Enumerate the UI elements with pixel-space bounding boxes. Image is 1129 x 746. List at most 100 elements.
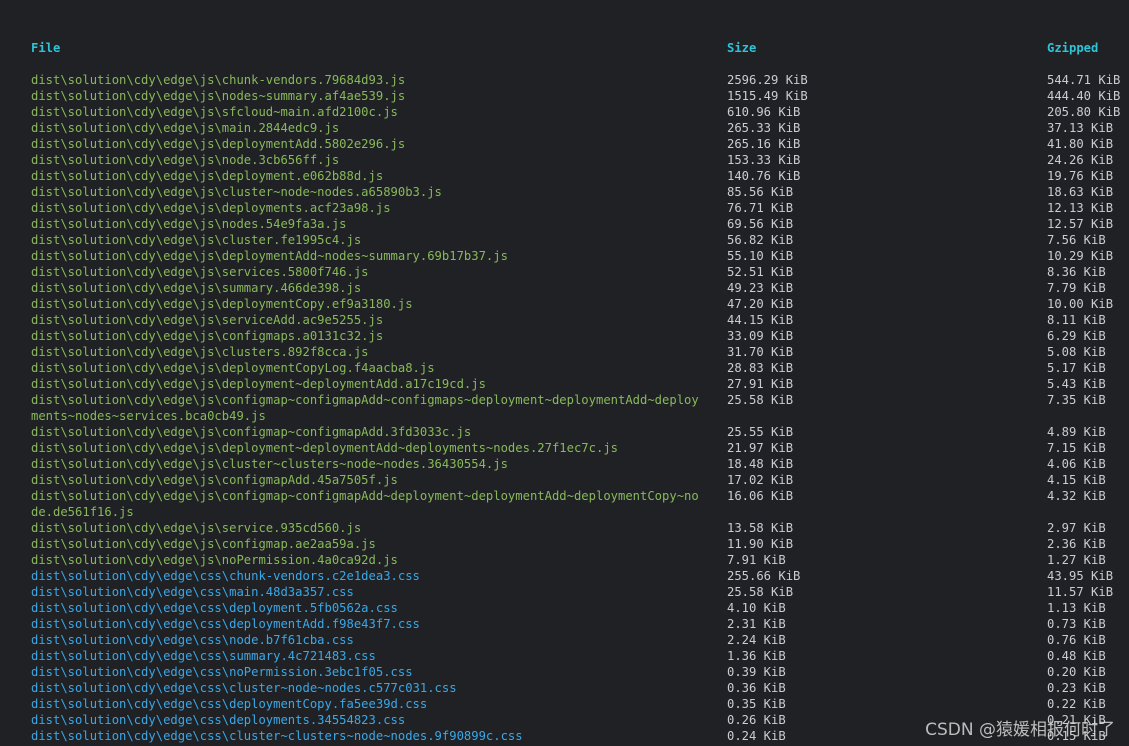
- gzipped-size: 18.63 KiB: [1047, 185, 1114, 199]
- gzipped-size: 5.43 KiB: [1047, 377, 1106, 391]
- file-size: 0.24 KiB: [727, 729, 786, 743]
- column-header-size: Size: [727, 41, 757, 55]
- file-size: 255.66 KiB: [727, 569, 801, 583]
- table-row: dist\solution\cdy\edge\js\node.3cb656ff.…: [0, 152, 1129, 168]
- table-row: dist\solution\cdy\edge\js\configmap.ae2a…: [0, 536, 1129, 552]
- js-file-path: dist\solution\cdy\edge\js\deployment~dep…: [31, 377, 486, 391]
- file-size: 52.51 KiB: [727, 265, 794, 279]
- file-size: 76.71 KiB: [727, 201, 794, 215]
- js-file-path: dist\solution\cdy\edge\js\service.935cd5…: [31, 521, 362, 535]
- table-row: dist\solution\cdy\edge\js\cluster~node~n…: [0, 184, 1129, 200]
- column-header-gzipped: Gzipped: [1047, 41, 1099, 55]
- gzipped-size: 41.80 KiB: [1047, 137, 1114, 151]
- table-row: dist\solution\cdy\edge\js\nodes.54e9fa3a…: [0, 216, 1129, 232]
- css-file-path: dist\solution\cdy\edge\css\deploymentCop…: [31, 697, 428, 711]
- csdn-watermark: CSDN @猿媛相报何时了: [925, 720, 1115, 740]
- file-size: 13.58 KiB: [727, 521, 794, 535]
- gzipped-size: 0.22 KiB: [1047, 697, 1106, 711]
- table-row: dist\solution\cdy\edge\js\deployment~dep…: [0, 376, 1129, 392]
- js-file-path: dist\solution\cdy\edge\js\deploymentCopy…: [31, 361, 435, 375]
- file-size: 1.36 KiB: [727, 649, 786, 663]
- gzipped-size: 544.71 KiB: [1047, 73, 1121, 87]
- file-size: 31.70 KiB: [727, 345, 794, 359]
- css-file-path: dist\solution\cdy\edge\css\main.48d3a357…: [31, 585, 354, 599]
- table-row: dist\solution\cdy\edge\css\deployment.5f…: [0, 600, 1129, 616]
- gzipped-size: 7.15 KiB: [1047, 441, 1106, 455]
- js-file-path: dist\solution\cdy\edge\js\configmap~conf…: [31, 393, 699, 423]
- file-size: 153.33 KiB: [727, 153, 801, 167]
- file-size: 33.09 KiB: [727, 329, 794, 343]
- table-row: dist\solution\cdy\edge\js\cluster~cluste…: [0, 456, 1129, 472]
- js-file-path: dist\solution\cdy\edge\js\deployments.ac…: [31, 201, 391, 215]
- js-file-path: dist\solution\cdy\edge\js\cluster~node~n…: [31, 185, 442, 199]
- js-file-path: dist\solution\cdy\edge\js\configmap~conf…: [31, 489, 699, 519]
- js-file-path: dist\solution\cdy\edge\js\deploymentAdd.…: [31, 137, 406, 151]
- table-row: dist\solution\cdy\edge\js\nodes~summary.…: [0, 88, 1129, 104]
- table-row: dist\solution\cdy\edge\css\cluster~node~…: [0, 680, 1129, 696]
- file-size: 25.58 KiB: [727, 585, 794, 599]
- table-row: dist\solution\cdy\edge\js\noPermission.4…: [0, 552, 1129, 568]
- table-row: dist\solution\cdy\edge\js\service.935cd5…: [0, 520, 1129, 536]
- table-row: dist\solution\cdy\edge\css\main.48d3a357…: [0, 584, 1129, 600]
- file-size: 25.55 KiB: [727, 425, 794, 439]
- css-file-path: dist\solution\cdy\edge\css\node.b7f61cba…: [31, 633, 354, 647]
- gzipped-size: 10.00 KiB: [1047, 297, 1114, 311]
- column-header-file: File: [31, 41, 61, 55]
- table-row: dist\solution\cdy\edge\js\deployment.e06…: [0, 168, 1129, 184]
- file-size: 11.90 KiB: [727, 537, 794, 551]
- file-size: 0.35 KiB: [727, 697, 786, 711]
- gzipped-size: 12.57 KiB: [1047, 217, 1114, 231]
- file-size: 0.36 KiB: [727, 681, 786, 695]
- table-header: File Size Gzipped: [0, 40, 1129, 56]
- file-size: 55.10 KiB: [727, 249, 794, 263]
- file-size: 610.96 KiB: [727, 105, 801, 119]
- table-row: dist\solution\cdy\edge\js\chunk-vendors.…: [0, 72, 1129, 88]
- file-size: 21.97 KiB: [727, 441, 794, 455]
- gzipped-size: 205.80 KiB: [1047, 105, 1121, 119]
- table-row: dist\solution\cdy\edge\css\deploymentAdd…: [0, 616, 1129, 632]
- js-file-path: dist\solution\cdy\edge\js\services.5800f…: [31, 265, 369, 279]
- js-file-path: dist\solution\cdy\edge\js\configmap.ae2a…: [31, 537, 376, 551]
- table-row: dist\solution\cdy\edge\js\summary.466de3…: [0, 280, 1129, 296]
- file-size: 0.26 KiB: [727, 713, 786, 727]
- file-size: 28.83 KiB: [727, 361, 794, 375]
- css-file-path: dist\solution\cdy\edge\css\cluster~node~…: [31, 681, 457, 695]
- gzipped-size: 4.89 KiB: [1047, 425, 1106, 439]
- js-file-path: dist\solution\cdy\edge\js\cluster~cluste…: [31, 457, 508, 471]
- file-size: 47.20 KiB: [727, 297, 794, 311]
- table-row: dist\solution\cdy\edge\js\deploymentAdd.…: [0, 136, 1129, 152]
- js-file-path: dist\solution\cdy\edge\js\noPermission.4…: [31, 553, 398, 567]
- table-row: dist\solution\cdy\edge\js\main.2844edc9.…: [0, 120, 1129, 136]
- file-size: 140.76 KiB: [727, 169, 801, 183]
- table-row: dist\solution\cdy\edge\css\noPermission.…: [0, 664, 1129, 680]
- js-file-path: dist\solution\cdy\edge\js\configmap~conf…: [31, 425, 472, 439]
- table-row: dist\solution\cdy\edge\js\configmapAdd.4…: [0, 472, 1129, 488]
- js-file-path: dist\solution\cdy\edge\js\deployment.e06…: [31, 169, 384, 183]
- gzipped-size: 5.08 KiB: [1047, 345, 1106, 359]
- js-file-path: dist\solution\cdy\edge\js\cluster.fe1995…: [31, 233, 362, 247]
- js-file-path: dist\solution\cdy\edge\js\nodes~summary.…: [31, 89, 406, 103]
- file-size: 265.16 KiB: [727, 137, 801, 151]
- file-size: 7.91 KiB: [727, 553, 786, 567]
- gzipped-size: 7.79 KiB: [1047, 281, 1106, 295]
- table-row: dist\solution\cdy\edge\js\clusters.892f8…: [0, 344, 1129, 360]
- file-size: 1515.49 KiB: [727, 89, 808, 103]
- file-size: 56.82 KiB: [727, 233, 794, 247]
- build-output-list: dist\solution\cdy\edge\js\chunk-vendors.…: [0, 72, 1129, 744]
- gzipped-size: 12.13 KiB: [1047, 201, 1114, 215]
- gzipped-size: 0.76 KiB: [1047, 633, 1106, 647]
- js-file-path: dist\solution\cdy\edge\js\configmaps.a01…: [31, 329, 384, 343]
- js-file-path: dist\solution\cdy\edge\js\deployment~dep…: [31, 441, 618, 455]
- gzipped-size: 8.11 KiB: [1047, 313, 1106, 327]
- js-file-path: dist\solution\cdy\edge\js\clusters.892f8…: [31, 345, 369, 359]
- js-file-path: dist\solution\cdy\edge\js\configmapAdd.4…: [31, 473, 398, 487]
- js-file-path: dist\solution\cdy\edge\js\node.3cb656ff.…: [31, 153, 340, 167]
- file-size: 17.02 KiB: [727, 473, 794, 487]
- gzipped-size: 0.73 KiB: [1047, 617, 1106, 631]
- table-row: dist\solution\cdy\edge\js\deploymentCopy…: [0, 296, 1129, 312]
- gzipped-size: 1.27 KiB: [1047, 553, 1106, 567]
- gzipped-size: 24.26 KiB: [1047, 153, 1114, 167]
- table-row: dist\solution\cdy\edge\js\deploymentAdd~…: [0, 248, 1129, 264]
- gzipped-size: 0.23 KiB: [1047, 681, 1106, 695]
- gzipped-size: 37.13 KiB: [1047, 121, 1114, 135]
